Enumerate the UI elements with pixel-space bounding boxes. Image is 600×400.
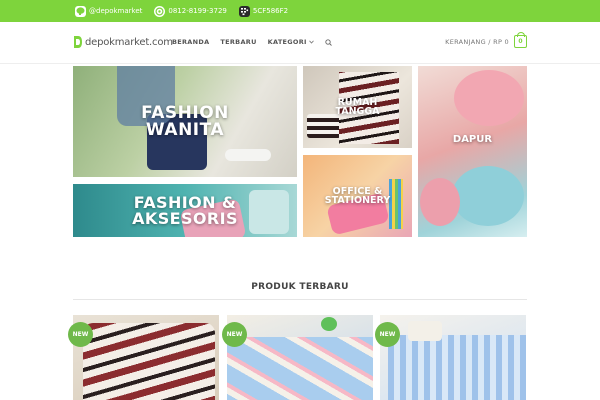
banner-fashion-aksesoris[interactable]: FASHION & AKSESORIS	[73, 184, 297, 237]
banner-label: FASHION WANITA	[141, 102, 229, 140]
whatsapp-contact[interactable]: 0812-8199-3729	[154, 5, 227, 17]
banner-label: FASHION & AKSESORIS	[132, 192, 238, 228]
banner-office-stationery[interactable]: OFFICE & STATIONERY	[303, 155, 412, 237]
bbm-icon	[238, 5, 250, 17]
cart-count: 0	[518, 38, 523, 45]
banner-pens-illustration	[389, 179, 403, 229]
bbm-contact[interactable]: 5CF586F2	[238, 5, 289, 17]
whatsapp-icon	[154, 5, 166, 17]
logo-text: depokmarket.com	[85, 36, 173, 48]
product-image	[388, 335, 526, 400]
banner-container-pink-illustration	[454, 70, 524, 126]
cart-label: KERANJANG / RP 0	[445, 37, 509, 46]
banner-shoes-illustration	[225, 149, 271, 161]
new-badge: NEW	[222, 322, 247, 347]
line-id: @depokmarket	[89, 7, 143, 15]
product-image	[83, 323, 215, 400]
banner-container-blue-illustration	[452, 166, 524, 226]
product-card[interactable]	[73, 315, 219, 400]
chevron-down-icon	[308, 40, 314, 44]
banner-label: RUMAH TANGGA	[335, 96, 380, 117]
banner-fashion-wanita[interactable]: FASHION WANITA	[73, 66, 297, 177]
banner-dapur[interactable]: DAPUR	[418, 66, 527, 237]
product-card[interactable]	[227, 315, 373, 400]
banner-rumah-tangga[interactable]: RUMAH TANGGA	[303, 66, 412, 148]
product-image	[227, 337, 373, 400]
new-badge: NEW	[68, 322, 93, 347]
search-button[interactable]	[325, 38, 332, 46]
new-badge: NEW	[375, 322, 400, 347]
search-icon	[325, 38, 332, 46]
nav-item-kategori[interactable]: KATEGORI	[268, 38, 314, 46]
site-header: depokmarket.com BERANDA TERBARU KATEGORI…	[0, 22, 600, 64]
top-contact-bar: @depokmarket 0812-8199-3729 5CF586F2	[0, 0, 600, 22]
line-icon	[75, 5, 86, 17]
cart[interactable]: KERANJANG / RP 0 0	[445, 32, 527, 48]
nav-item-beranda[interactable]: BERANDA	[172, 38, 209, 46]
section-title: PRODUK TERBARU	[251, 282, 349, 292]
line-contact[interactable]: @depokmarket	[75, 5, 143, 17]
main-nav: BERANDA TERBARU KATEGORI	[172, 38, 332, 46]
banner-label: OFFICE & STATIONERY	[324, 185, 391, 206]
product-card[interactable]	[380, 315, 526, 400]
banner-case-illustration	[249, 190, 289, 234]
banner-label: DAPUR	[452, 133, 493, 145]
whatsapp-number: 0812-8199-3729	[168, 7, 227, 15]
logo-mark-icon	[74, 36, 82, 48]
nav-item-kategori-label: KATEGORI	[267, 38, 307, 46]
bbm-pin: 5CF586F2	[252, 7, 289, 15]
banner-pillow-illustration	[307, 114, 341, 138]
section-divider	[73, 299, 527, 300]
product-pillow	[408, 321, 442, 341]
site-logo[interactable]: depokmarket.com	[73, 35, 173, 49]
cart-bag-icon: 0	[514, 32, 527, 48]
nav-item-terbaru[interactable]: TERBARU	[220, 38, 256, 46]
product-lamp	[321, 317, 337, 331]
banner-container-pink2-illustration	[420, 178, 460, 226]
